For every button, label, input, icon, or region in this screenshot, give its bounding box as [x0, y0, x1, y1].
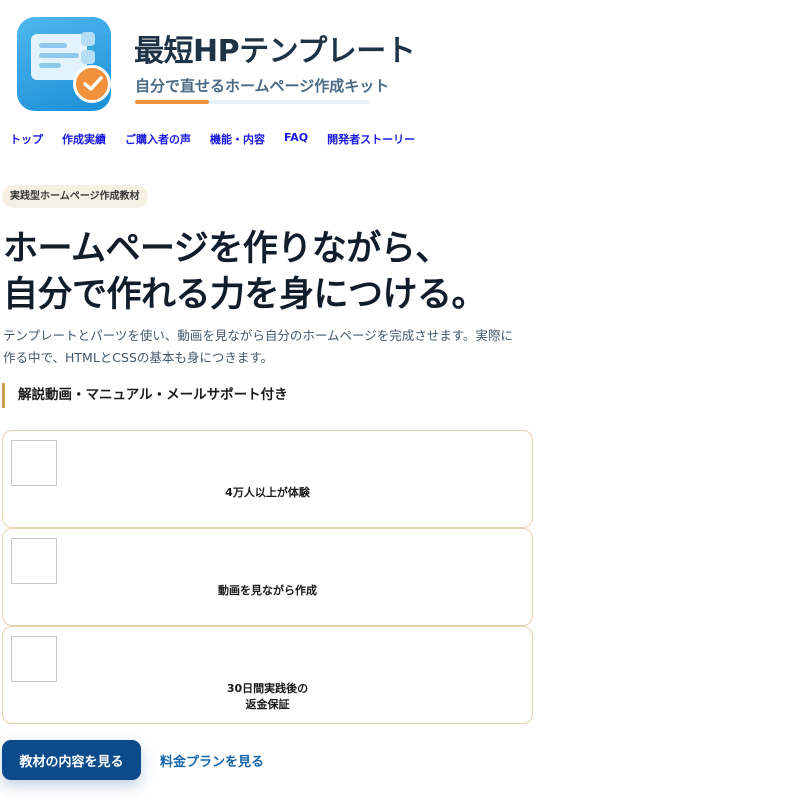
brand-subtitle: 自分で直せるホームページ作成キット — [135, 77, 390, 95]
image-placeholder — [11, 636, 57, 682]
image-placeholder — [11, 538, 57, 584]
logo-icon[interactable] — [17, 17, 111, 111]
feature-card: 動画を見ながら作成 — [2, 528, 533, 626]
nav-item-top[interactable]: トップ — [10, 131, 43, 149]
hero-headline: ホームページを作りながら、 自分で作れる力を身につける。 — [3, 226, 487, 318]
image-placeholder — [11, 440, 57, 486]
nav-item-story[interactable]: 開発者ストーリー — [327, 131, 415, 149]
feature-text: 動画を見ながら作成 — [218, 584, 317, 597]
support-note: 解説動画・マニュアル・メールサポート付き — [2, 383, 288, 408]
category-tag: 実践型ホームページ作成教材 — [2, 185, 148, 208]
feature-card: 30日間実践後の 返金保証 — [2, 626, 533, 724]
nav-item-features[interactable]: 機能・内容 — [210, 131, 265, 149]
feature-card: 4万人以上が体験 — [2, 430, 533, 528]
brand-underline — [135, 100, 369, 104]
main-nav: トップ 作成実績 ご購入者の声 機能・内容 FAQ 開発者ストーリー — [10, 131, 415, 149]
view-contents-button[interactable]: 教材の内容を見る — [2, 740, 141, 780]
feature-text-line-1: 30日間実践後の — [226, 682, 309, 695]
view-plans-link[interactable]: 料金プランを見る — [160, 751, 264, 770]
checkmark-icon — [73, 65, 111, 103]
feature-text-line-2: 返金保証 — [245, 698, 290, 711]
headline-line-1: ホームページを作りながら、 — [3, 229, 450, 269]
nav-item-faq[interactable]: FAQ — [284, 131, 308, 149]
hero-lead: テンプレートとパーツを使い、動画を見ながら自分のホームページを完成させます。実際… — [3, 328, 514, 365]
nav-item-works[interactable]: 作成実績 — [62, 131, 106, 149]
site-header: 最短HPテンプレート 自分で直せるホームページ作成キット トップ 作成実績 ご購… — [0, 0, 804, 146]
headline-line-2: 自分で作れる力を身につける。 — [3, 275, 487, 315]
brand-title[interactable]: 最短HPテンプレート — [134, 26, 416, 70]
nav-item-voices[interactable]: ご購入者の声 — [125, 131, 191, 149]
feature-text: 4万人以上が体験 — [225, 486, 310, 499]
